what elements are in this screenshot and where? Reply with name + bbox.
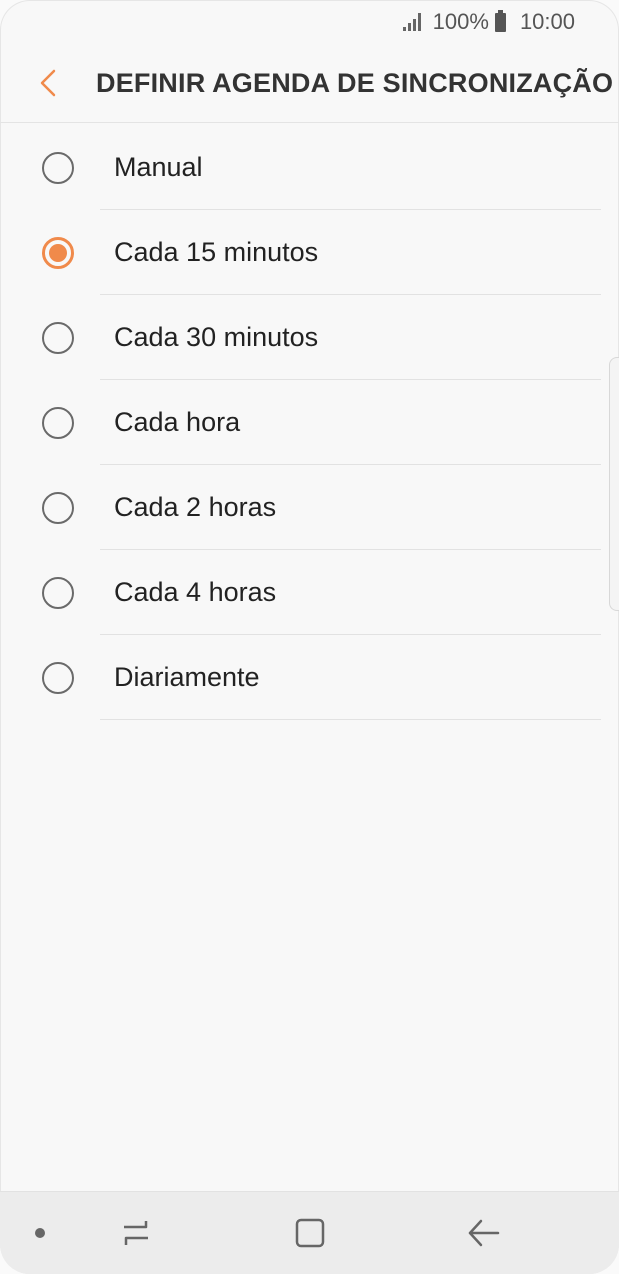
divider (100, 719, 601, 720)
header: DEFINIR AGENDA DE SINCRONIZAÇÃO (0, 44, 619, 123)
radio-button[interactable] (42, 661, 74, 694)
option-every-hour[interactable]: Cada hora (0, 380, 619, 465)
option-label: Manual (114, 152, 203, 182)
option-every-15-minutes[interactable]: Cada 15 minutos (0, 210, 619, 295)
sync-schedule-options: Manual Cada 15 minutos Cada 30 minutos C… (0, 125, 619, 720)
chevron-left-icon (40, 69, 56, 97)
option-every-2-hours[interactable]: Cada 2 horas (0, 465, 619, 550)
signal-icon (402, 13, 421, 31)
option-label: Cada 30 minutos (114, 322, 319, 352)
option-every-4-hours[interactable]: Cada 4 horas (0, 550, 619, 635)
clock: 10:00 (519, 9, 575, 34)
page-title: DEFINIR AGENDA DE SINCRONIZAÇÃO (96, 67, 614, 98)
radio-button-selected[interactable] (42, 236, 74, 269)
recents-button[interactable] (96, 1192, 176, 1274)
back-button[interactable] (18, 53, 78, 113)
radio-button[interactable] (42, 576, 74, 609)
radio-button[interactable] (42, 406, 74, 439)
option-every-30-minutes[interactable]: Cada 30 minutos (0, 295, 619, 380)
option-label: Cada 4 horas (114, 577, 277, 607)
option-label: Cada 2 horas (114, 492, 277, 522)
radio-button[interactable] (42, 321, 74, 354)
option-label: Cada hora (114, 407, 241, 437)
battery-icon (494, 9, 506, 32)
dot-icon (35, 1228, 45, 1238)
option-label: Cada 15 minutos (114, 237, 319, 267)
status-bar: 100% 10:00 (0, 0, 619, 44)
radio-button[interactable] (42, 491, 74, 524)
back-nav-button[interactable] (444, 1192, 524, 1274)
recents-icon (124, 1221, 148, 1245)
back-arrow-icon (468, 1219, 500, 1247)
phone-screen: 100% 10:00 DEFINIR AGENDA DE SINCRONIZAÇ… (0, 0, 619, 1274)
navigation-bar (0, 1191, 619, 1274)
nav-dot-button[interactable] (0, 1192, 80, 1274)
option-daily[interactable]: Diariamente (0, 635, 619, 720)
home-icon (295, 1218, 325, 1248)
option-label: Diariamente (114, 662, 260, 692)
option-manual[interactable]: Manual (0, 125, 619, 210)
home-button[interactable] (270, 1192, 350, 1274)
radio-button[interactable] (42, 151, 74, 184)
edge-panel-handle[interactable] (609, 357, 619, 611)
battery-percent: 100% (432, 9, 489, 34)
